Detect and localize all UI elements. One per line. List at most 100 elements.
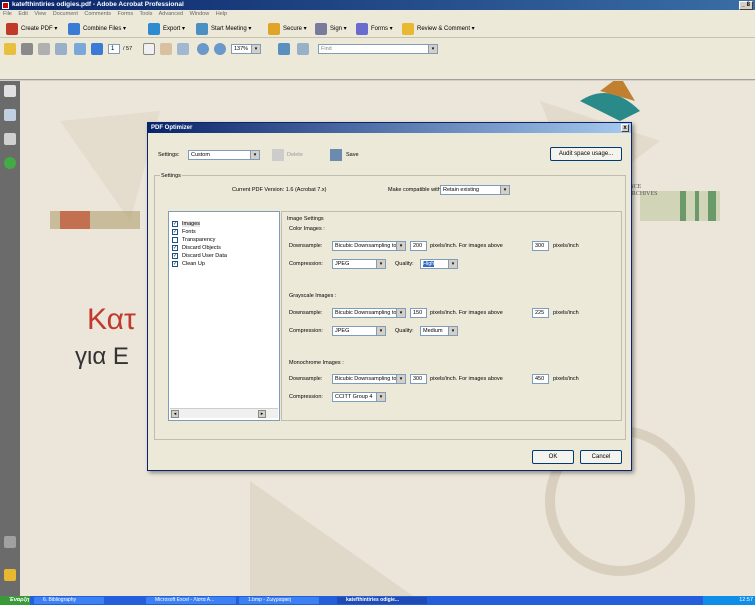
find-input[interactable]: Find ▾ <box>318 44 438 54</box>
attachments-icon[interactable] <box>4 536 16 548</box>
menu-advanced[interactable]: Advanced <box>159 11 183 17</box>
start-meeting-button[interactable]: Start Meeting ▾ <box>196 23 251 35</box>
discard-user-data-checkbox[interactable]: ✓ <box>172 253 178 259</box>
gray-ppi-input[interactable]: 150 <box>410 308 427 318</box>
pages-icon[interactable] <box>4 85 16 97</box>
combine-files-icon <box>68 23 80 35</box>
sign-button[interactable]: Sign ▾ <box>315 23 347 35</box>
zoom-in-icon[interactable] <box>214 43 226 55</box>
list-item-discard-objects[interactable]: ✓ Discard Objects <box>172 244 221 252</box>
select-tool-icon[interactable] <box>143 43 155 55</box>
list-item-clean-up[interactable]: ✓ Clean Up <box>172 260 205 268</box>
combine-files-button[interactable]: Combine Files ▾ <box>68 23 126 35</box>
menu-forms[interactable]: Forms <box>118 11 134 17</box>
image-settings-heading: Image Settings <box>287 216 324 222</box>
comments-icon[interactable] <box>4 569 16 581</box>
color-above-input[interactable]: 300 <box>532 241 549 251</box>
page-number-input[interactable]: 1 <box>108 44 120 54</box>
menu-file[interactable]: File <box>3 11 12 17</box>
chevron-down-icon: ▾ <box>376 327 385 335</box>
previous-page-icon[interactable] <box>74 43 86 55</box>
color-above-label: pixels/inch <box>553 243 579 249</box>
list-item-transparency[interactable]: Transparency <box>172 236 215 244</box>
navigation-pane <box>0 81 20 596</box>
print-icon[interactable] <box>21 43 33 55</box>
task-bibliography[interactable]: 6. Bibliography <box>34 597 104 604</box>
delete-button[interactable]: Delete <box>272 149 303 161</box>
settings-group-title: Settings <box>160 172 182 180</box>
cancel-button[interactable]: Cancel <box>580 450 622 464</box>
menu-tools[interactable]: Tools <box>140 11 153 17</box>
settings-label: Settings: <box>158 152 180 158</box>
mono-above-input[interactable]: 450 <box>532 374 549 384</box>
secure-button[interactable]: Secure ▾ <box>268 23 307 35</box>
chevron-down-icon: ▾ <box>251 45 260 53</box>
menu-view[interactable]: View <box>34 11 46 17</box>
zoom-tool-icon[interactable] <box>177 43 189 55</box>
chevron-down-icon: ▾ <box>448 327 457 335</box>
hand-tool-icon[interactable] <box>160 43 172 55</box>
discard-objects-checkbox[interactable]: ✓ <box>172 245 178 251</box>
menu-edit[interactable]: Edit <box>18 11 27 17</box>
menu-help[interactable]: Help <box>216 11 227 17</box>
mono-compression-select[interactable]: CCITT Group 4 ▾ <box>332 392 386 402</box>
close-icon[interactable]: x <box>621 124 629 132</box>
help-icon[interactable] <box>4 157 16 169</box>
lock-icon <box>268 23 280 35</box>
navigation-toolbar: 1 / 57 137% ▾ Find ▾ <box>0 38 755 80</box>
list-horizontal-scrollbar[interactable]: ◂ ▸ <box>170 408 278 418</box>
color-downsample-label: Downsample: <box>289 243 323 249</box>
ok-button[interactable]: OK <box>532 450 574 464</box>
document-icon[interactable] <box>55 43 67 55</box>
scroll-left-icon[interactable]: ◂ <box>171 410 179 418</box>
open-folder-icon[interactable] <box>4 43 16 55</box>
signatures-icon[interactable] <box>4 133 16 145</box>
color-downsample-select[interactable]: Bicubic Downsampling to ▾ <box>332 241 406 251</box>
make-compatible-select[interactable]: Retain existing ▾ <box>440 185 510 195</box>
start-button[interactable]: Έναρξη <box>0 596 30 605</box>
fit-page-icon[interactable] <box>278 43 290 55</box>
dialog-title: PDF Optimizer <box>151 125 193 131</box>
menu-window[interactable]: Window <box>190 11 210 17</box>
color-compression-select[interactable]: JPEG ▾ <box>332 259 386 269</box>
gray-quality-select[interactable]: Medium ▾ <box>420 326 458 336</box>
bookmarks-icon[interactable] <box>4 109 16 121</box>
transparency-checkbox[interactable] <box>172 237 178 243</box>
pen-icon <box>315 23 327 35</box>
next-page-icon[interactable] <box>91 43 103 55</box>
color-ppi-input[interactable]: 200 <box>410 241 427 251</box>
menu-document[interactable]: Document <box>53 11 78 17</box>
task-excel[interactable]: Microsoft Excel - Λίστα Α... <box>146 597 236 604</box>
color-quality-select[interactable]: High ▾ <box>420 259 458 269</box>
fonts-checkbox[interactable]: ✓ <box>172 229 178 235</box>
windows-taskbar: Έναρξη 6. Bibliography Microsoft Excel -… <box>0 596 755 605</box>
export-button[interactable]: Export ▾ <box>148 23 185 35</box>
settings-select[interactable]: Custom ▾ <box>188 150 260 160</box>
mono-ppi-input[interactable]: 300 <box>410 374 427 384</box>
create-pdf-button[interactable]: Create PDF ▾ <box>6 23 57 35</box>
list-item-fonts[interactable]: ✓ Fonts <box>172 228 196 236</box>
email-icon[interactable] <box>38 43 50 55</box>
scroll-right-icon[interactable]: ▸ <box>258 410 266 418</box>
save-button[interactable]: Save <box>330 149 359 161</box>
fit-width-icon[interactable] <box>297 43 309 55</box>
monochrome-images-heading: Monochrome Images : <box>289 360 344 366</box>
window-controls[interactable]: _ 8 <box>738 1 753 10</box>
zoom-out-icon[interactable] <box>197 43 209 55</box>
mono-downsample-select[interactable]: Bicubic Downsampling to ▾ <box>332 374 406 384</box>
task-paint[interactable]: 1.bmp - Ζωγραφική <box>239 597 319 604</box>
forms-button[interactable]: Forms ▾ <box>356 23 393 35</box>
list-item-discard-user-data[interactable]: ✓ Discard User Data <box>172 252 227 260</box>
images-checkbox[interactable]: ✓ <box>172 221 178 227</box>
clock: 12:57 <box>739 597 753 603</box>
gray-above-input[interactable]: 225 <box>532 308 549 318</box>
zoom-select[interactable]: 137% ▾ <box>231 44 261 54</box>
review-comment-button[interactable]: Review & Comment ▾ <box>402 23 475 35</box>
audit-space-usage-button[interactable]: Audit space usage... <box>550 147 622 161</box>
menu-comments[interactable]: Comments <box>84 11 111 17</box>
task-acrobat[interactable]: katefthintiries odigie... <box>337 597 427 604</box>
list-item-images[interactable]: ✓ Images <box>172 220 201 228</box>
gray-compression-select[interactable]: JPEG ▾ <box>332 326 386 336</box>
clean-up-checkbox[interactable]: ✓ <box>172 261 178 267</box>
gray-downsample-select[interactable]: Bicubic Downsampling to ▾ <box>332 308 406 318</box>
